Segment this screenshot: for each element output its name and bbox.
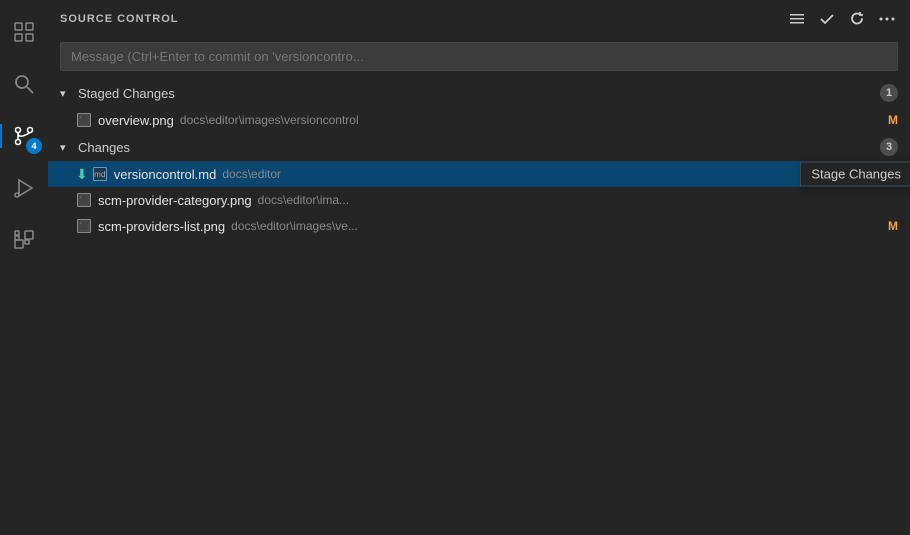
file-path: docs\editor\images\ve... <box>231 219 882 233</box>
file-tree: ▾ Staged Changes 1 ⬛ overview.png docs\e… <box>48 79 910 535</box>
staged-changes-chevron: ▾ <box>60 87 74 100</box>
source-control-title: SOURCE CONTROL <box>60 13 179 25</box>
more-actions-button[interactable] <box>876 8 898 30</box>
file-path: docs\editor\images\versioncontrol <box>180 113 882 127</box>
file-name: versioncontrol.md <box>114 167 217 182</box>
staged-changes-count: 1 <box>880 84 898 102</box>
source-control-panel: SOURCE CONTROL <box>48 0 910 535</box>
file-name: scm-provider-category.png <box>98 193 252 208</box>
branch-list-button[interactable] <box>786 8 808 30</box>
source-control-icon[interactable]: 4 <box>0 112 48 160</box>
file-icon: ⬛ <box>76 112 92 128</box>
commit-check-button[interactable] <box>816 8 838 30</box>
staged-changes-header[interactable]: ▾ Staged Changes 1 <box>48 79 910 107</box>
file-row[interactable]: ⬇ md versioncontrol.md docs\editor <box>48 161 910 187</box>
source-control-badge: 4 <box>26 138 42 154</box>
file-row[interactable]: ⬛ scm-provider-category.png docs\editor\… <box>48 187 910 213</box>
changes-label: Changes <box>78 140 130 155</box>
activity-bar: 4 <box>0 0 48 535</box>
extensions-icon[interactable] <box>0 216 48 264</box>
file-row[interactable]: ⬛ scm-providers-list.png docs\editor\ima… <box>48 213 910 239</box>
file-row[interactable]: ⬛ overview.png docs\editor\images\versio… <box>48 107 910 133</box>
file-name: scm-providers-list.png <box>98 219 225 234</box>
changes-header[interactable]: ▾ Changes 3 <box>48 133 910 161</box>
changes-count: 3 <box>880 138 898 156</box>
changes-chevron: ▾ <box>60 141 74 154</box>
staged-arrow-icon: ⬇ <box>76 166 88 183</box>
search-icon[interactable] <box>0 60 48 108</box>
file-path: docs\editor\ima... <box>258 193 892 207</box>
file-icon: ⬛ <box>76 192 92 208</box>
run-debug-icon[interactable] <box>0 164 48 212</box>
refresh-button[interactable] <box>846 8 868 30</box>
staged-changes-label: Staged Changes <box>78 86 175 101</box>
commit-message-wrap <box>60 42 898 71</box>
file-path: docs\editor <box>222 167 816 181</box>
stage-changes-context-menu[interactable]: Stage Changes <box>800 162 910 187</box>
commit-message-input[interactable] <box>60 42 898 71</box>
source-control-actions <box>786 8 898 30</box>
file-status: M <box>888 113 898 127</box>
file-icon: ⬛ <box>76 218 92 234</box>
file-status: M <box>888 219 898 233</box>
explorer-icon[interactable] <box>0 8 48 56</box>
file-icon: md <box>92 166 108 182</box>
file-name: overview.png <box>98 113 174 128</box>
source-control-header: SOURCE CONTROL <box>48 0 910 38</box>
